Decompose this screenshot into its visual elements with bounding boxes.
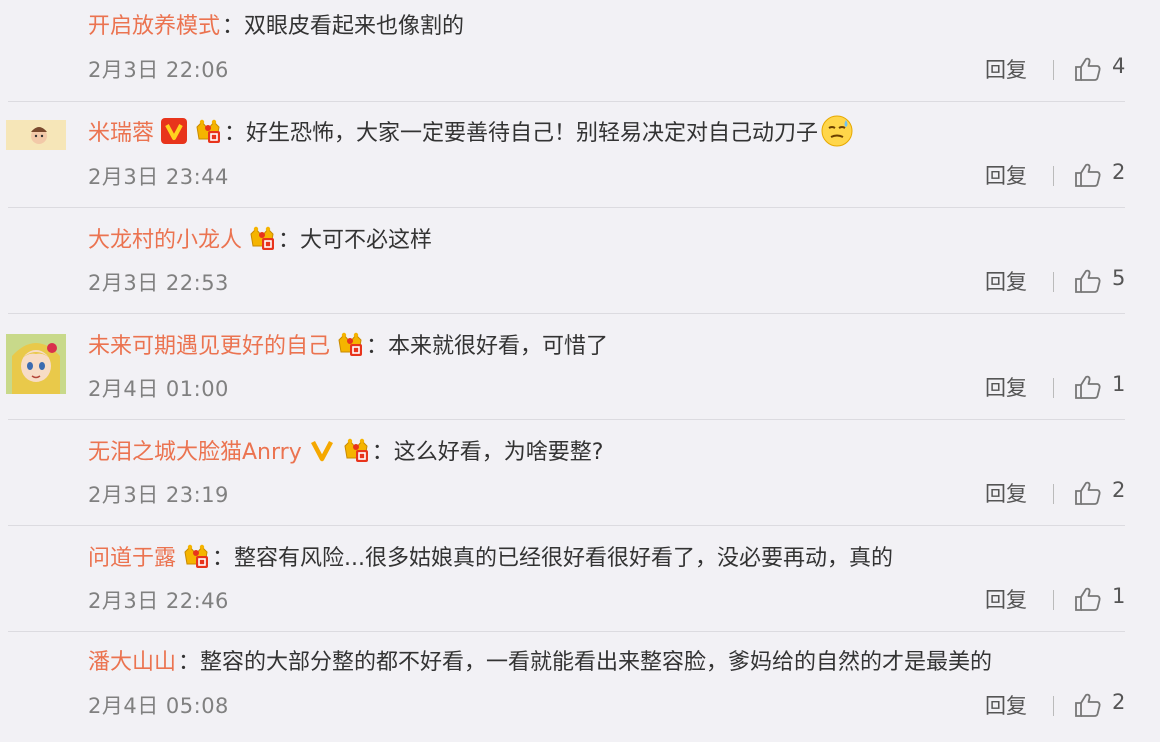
colon: ：	[371, 440, 394, 465]
sweat-emoji-icon	[821, 115, 853, 147]
comment-date: 2月3日 22:06	[88, 58, 229, 82]
comment-text: 好生恐怖，大家一定要善待自己！别轻易决定对自己动刀子	[246, 121, 819, 146]
colon: ：	[212, 546, 235, 571]
comment-divider	[8, 101, 1125, 102]
like-count: 2	[1112, 478, 1126, 502]
comment-body: 米瑞蓉 ： 好生恐怖，大家一定要善待自己！别轻易决定对自己动刀子	[88, 113, 854, 149]
comment-date: 2月4日 05:08	[88, 694, 229, 718]
comment-date: 2月4日 01:00	[88, 377, 229, 401]
colon: ：	[278, 228, 301, 253]
crown-badge-icon	[196, 119, 221, 144]
comment-item: 大龙村的小龙人 ： 大可不必这样 2月3日 22:53 回复 5	[0, 212, 1160, 318]
comment-text: 本来就很好看，可惜了	[388, 334, 609, 359]
comment-item: 无泪之城大脸猫Anrry ： 这么好看，为啥要整? 2月3日 23:19 回复 …	[0, 424, 1160, 530]
like-count: 1	[1112, 372, 1126, 396]
comment-divider	[8, 631, 1125, 632]
crown-badge-icon	[343, 437, 369, 463]
thumbs-up-icon[interactable]	[1073, 585, 1101, 613]
thumbs-up-icon[interactable]	[1073, 479, 1101, 507]
verified-v-icon	[161, 118, 188, 144]
like-count: 5	[1112, 266, 1126, 290]
reply-button[interactable]: 回复	[985, 584, 1027, 614]
comment-divider	[8, 419, 1125, 420]
comment-date: 2月3日 22:53	[88, 271, 229, 295]
comment-username[interactable]: 无泪之城大脸猫Anrry	[88, 434, 302, 466]
comment-body: 无泪之城大脸猫Anrry ： 这么好看，为啥要整?	[88, 432, 603, 468]
comment-divider	[8, 525, 1125, 526]
reply-button[interactable]: 回复	[985, 690, 1027, 720]
reply-button[interactable]: 回复	[985, 160, 1027, 190]
crown-badge-icon	[250, 226, 275, 251]
comment-body: 开启放养模式 ： 双眼皮看起来也像割的	[88, 6, 464, 42]
reply-button[interactable]: 回复	[985, 54, 1027, 84]
comment-username[interactable]: 米瑞蓉	[88, 115, 154, 147]
thumbs-up-icon[interactable]	[1073, 691, 1101, 719]
comment-text: 大可不必这样	[300, 228, 433, 253]
comment-divider	[8, 313, 1125, 314]
comment-divider	[8, 207, 1125, 208]
comment-text: 这么好看，为啥要整?	[393, 440, 604, 465]
comment-username[interactable]: 潘大山山	[88, 644, 176, 676]
comment-item: 未来可期遇见更好的自己 ： 本来就很好看，可惜了 2月4日 01:00 回复 1	[0, 318, 1160, 424]
divider	[1053, 60, 1054, 80]
thumbs-up-icon[interactable]	[1073, 373, 1101, 401]
crown-badge-icon	[338, 331, 363, 357]
reply-button[interactable]: 回复	[985, 478, 1027, 508]
divider	[1053, 166, 1054, 186]
thumbs-up-icon[interactable]	[1073, 267, 1101, 295]
divider	[1053, 378, 1054, 398]
thumbs-up-icon[interactable]	[1073, 161, 1101, 189]
comment-body: 潘大山山 ： 整容的大部分整的都不好看，一看就能看出来整容脸，爹妈给的自然的才是…	[88, 642, 992, 678]
comment-username[interactable]: 开启放养模式	[88, 8, 220, 40]
comment-body: 问道于露 ： 整容有风险...很多姑娘真的已经很好看很好看了，没必要再动，真的	[88, 538, 893, 574]
comment-username[interactable]: 问道于露	[88, 540, 176, 572]
comment-date: 2月3日 23:19	[88, 483, 229, 507]
colon: ：	[224, 121, 247, 146]
like-count: 1	[1112, 584, 1126, 608]
colon: ：	[178, 650, 201, 675]
comment-text: 整容有风险...很多姑娘真的已经很好看很好看了，没必要再动，真的	[234, 546, 894, 571]
reply-button[interactable]: 回复	[985, 372, 1027, 402]
colon: ：	[222, 14, 245, 39]
like-count: 2	[1112, 160, 1126, 184]
divider	[1053, 484, 1054, 504]
comment-username[interactable]: 未来可期遇见更好的自己	[88, 328, 330, 360]
crown-badge-icon	[184, 543, 209, 569]
divider	[1053, 272, 1054, 292]
comment-text: 整容的大部分整的都不好看，一看就能看出来整容脸，爹妈给的自然的才是最美的	[200, 650, 993, 675]
like-count: 4	[1112, 54, 1126, 78]
verified-v-icon	[310, 440, 333, 462]
comment-body: 未来可期遇见更好的自己 ： 本来就很好看，可惜了	[88, 326, 608, 362]
comment-item: 开启放养模式 ： 双眼皮看起来也像割的 2月3日 22:06 回复 4	[0, 0, 1160, 106]
thumbs-up-icon[interactable]	[1073, 55, 1101, 83]
colon: ：	[366, 334, 389, 359]
comment-item: 潘大山山 ： 整容的大部分整的都不好看，一看就能看出来整容脸，爹妈给的自然的才是…	[0, 636, 1160, 742]
comment-date: 2月3日 23:44	[88, 165, 229, 189]
avatar[interactable]	[6, 334, 66, 394]
comment-body: 大龙村的小龙人 ： 大可不必这样	[88, 220, 432, 256]
divider	[1053, 696, 1054, 716]
comment-username[interactable]: 大龙村的小龙人	[88, 222, 242, 254]
comment-date: 2月3日 22:46	[88, 589, 229, 613]
reply-button[interactable]: 回复	[985, 266, 1027, 296]
divider	[1053, 590, 1054, 610]
like-count: 2	[1112, 690, 1126, 714]
avatar[interactable]	[6, 120, 66, 150]
comment-item: 问道于露 ： 整容有风险...很多姑娘真的已经很好看很好看了，没必要再动，真的 …	[0, 530, 1160, 636]
comment-item: 米瑞蓉 ： 好生恐怖，大家一定要善待自己！别轻易决定对自己动刀子 2月3日 23…	[0, 106, 1160, 212]
comment-text: 双眼皮看起来也像割的	[244, 14, 465, 39]
